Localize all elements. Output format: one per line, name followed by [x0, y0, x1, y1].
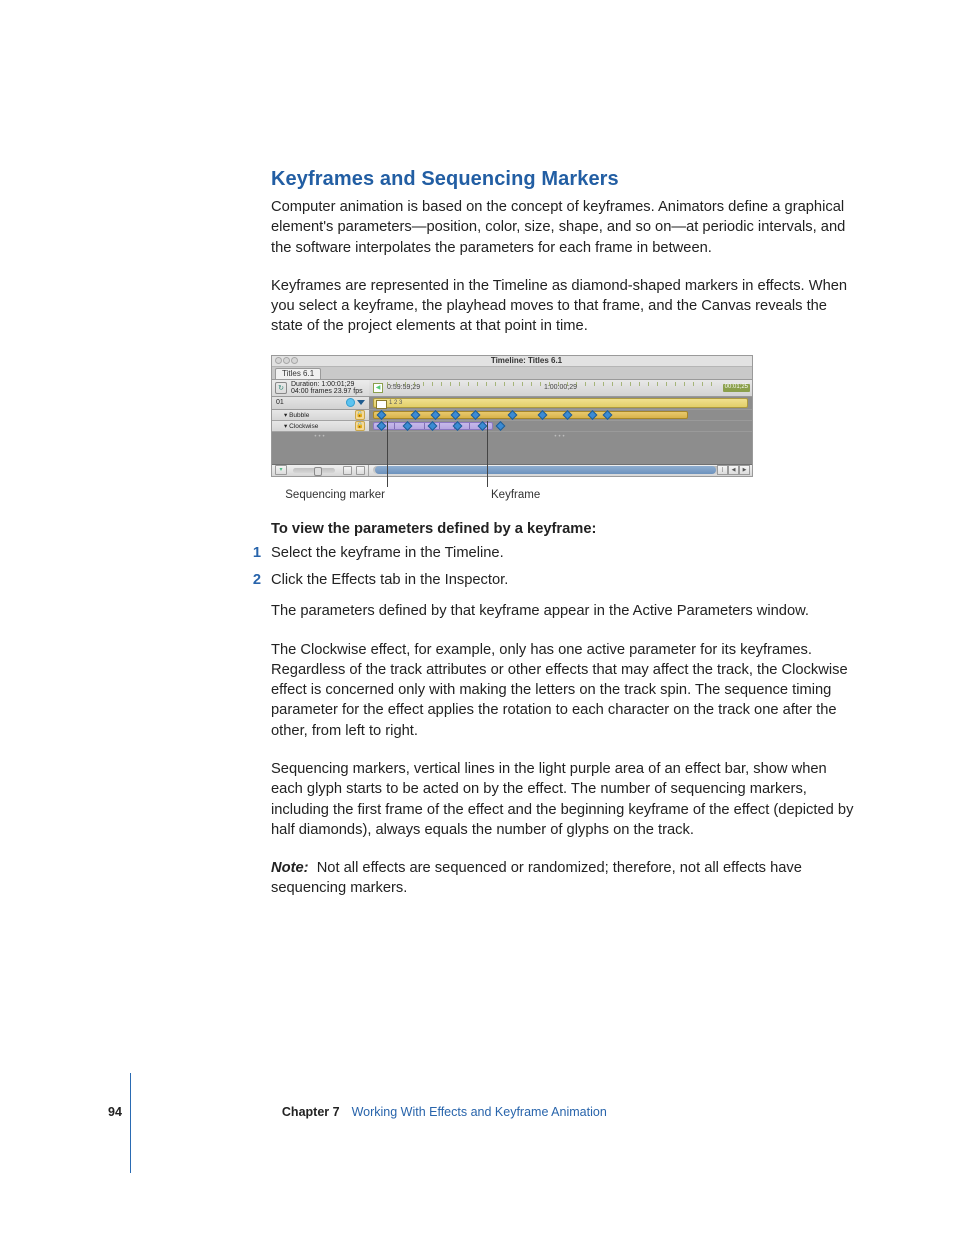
lock-icon[interactable]: 🔒: [355, 421, 365, 431]
track-01-row[interactable]: 1 2 3: [369, 397, 752, 410]
keyframe-icon[interactable]: [588, 410, 598, 420]
bubble-effect-row[interactable]: [369, 410, 752, 421]
step-text: Click the Effects tab in the Inspector.: [271, 570, 508, 591]
keyframe-icon[interactable]: [451, 410, 461, 420]
ruler-label-end: 00:01;25: [723, 384, 750, 392]
duration-label: Duration: 1:00:01;29: [291, 381, 363, 388]
horizontal-scrollbar[interactable]: [373, 466, 734, 474]
zoom-slider[interactable]: [293, 468, 335, 473]
chapter-title: Working With Effects and Keyframe Animat…: [352, 1105, 607, 1119]
track-name: 01: [276, 399, 284, 406]
lock-icon[interactable]: 🔒: [355, 410, 365, 420]
page-number: 94: [108, 1105, 122, 1119]
ruler-label-mid: 1:00:00;29: [544, 384, 577, 391]
left-spacer: •••: [272, 432, 369, 465]
fps-label: 04:00 frames 23.97 fps: [291, 388, 363, 395]
keyframe-icon[interactable]: [471, 410, 481, 420]
zoom-icon[interactable]: [291, 357, 298, 364]
window-titlebar: Timeline: Titles 6.1: [272, 356, 752, 367]
step-2: 2 Click the Effects tab in the Inspector…: [271, 570, 856, 591]
in-marker-icon[interactable]: ◀: [373, 383, 383, 393]
keyframe-icon[interactable]: [538, 410, 548, 420]
minimize-icon[interactable]: [283, 357, 290, 364]
callout-keyframe: Keyframe: [491, 489, 540, 501]
step-1: 1 Select the keyframe in the Timeline.: [271, 543, 856, 564]
window-title: Timeline: Titles 6.1: [301, 356, 752, 365]
bubble-effect-bar[interactable]: [373, 411, 688, 419]
keyframe-icon[interactable]: [603, 410, 613, 420]
subtrack-bubble[interactable]: ▾ Bubble 🔒: [272, 410, 369, 421]
note-body: Not all effects are sequenced or randomi…: [271, 860, 802, 896]
mini-button-2[interactable]: [356, 466, 365, 475]
clockwise-paragraph: The Clockwise effect, for example, only …: [271, 640, 856, 741]
note-paragraph: Note: Not all effects are sequenced or r…: [271, 858, 856, 899]
divider-icon[interactable]: |: [717, 465, 728, 475]
step-text: Select the keyframe in the Timeline.: [271, 543, 504, 564]
scroll-right-icon[interactable]: ▶: [739, 465, 750, 475]
time-ruler[interactable]: ◀ 0:59:59;29 1:00:00;29 00:01;25: [369, 380, 752, 397]
track-visibility-icon[interactable]: [346, 398, 355, 407]
callout-sequencing-marker: Sequencing marker: [283, 489, 385, 501]
keyframe-icon[interactable]: [496, 421, 506, 431]
intro-paragraph-2: Keyframes are represented in the Timelin…: [271, 276, 856, 337]
scroll-left-icon[interactable]: ◀: [728, 465, 739, 475]
timeline-scrollbar-area: | ◀ ▶: [369, 465, 752, 476]
keyframe-icon[interactable]: [563, 410, 573, 420]
step-number: 2: [247, 570, 261, 591]
sequencing-paragraph: Sequencing markers, vertical lines in th…: [271, 759, 856, 840]
margin-rule: [130, 1073, 131, 1173]
keyframe-icon[interactable]: [377, 410, 387, 420]
traffic-lights[interactable]: [272, 357, 301, 364]
step-number: 1: [247, 543, 261, 564]
close-icon[interactable]: [275, 357, 282, 364]
tab-titles-6-1[interactable]: Titles 6.1: [275, 368, 321, 379]
mini-button-1[interactable]: [343, 466, 352, 475]
track-header-01[interactable]: 01: [272, 397, 369, 410]
keyframe-icon[interactable]: [431, 410, 441, 420]
page-footer: 94 Chapter 7 Working With Effects and Ke…: [108, 1105, 607, 1119]
left-footer-controls: ▾: [272, 465, 369, 476]
clockwise-effect-row[interactable]: [369, 421, 752, 432]
intro-paragraph-1: Computer animation is based on the conce…: [271, 197, 856, 258]
section-heading: Keyframes and Sequencing Markers: [271, 168, 856, 191]
subtrack-clockwise-label: Clockwise: [289, 423, 318, 430]
note-label: Note:: [271, 860, 309, 876]
keyframe-icon[interactable]: [508, 410, 518, 420]
duration-info: ↻ Duration: 1:00:01;29 04:00 frames 23.9…: [272, 380, 369, 397]
right-spacer: •••: [369, 432, 752, 465]
clip-bar-01[interactable]: 1 2 3: [373, 398, 748, 408]
subtrack-bubble-label: Bubble: [289, 412, 309, 419]
after-steps-paragraph: The parameters defined by that keyframe …: [271, 601, 856, 621]
subtrack-clockwise[interactable]: ▾ Clockwise 🔒: [272, 421, 369, 432]
chapter-label: Chapter 7: [282, 1105, 340, 1119]
clip-label: 1 2 3: [389, 400, 402, 406]
timeline-figure: Timeline: Titles 6.1 Titles 6.1 ↻ Durati…: [271, 355, 856, 503]
disclosure-button[interactable]: ▾: [275, 465, 287, 475]
loop-icon[interactable]: ↻: [275, 382, 287, 394]
keyframe-icon[interactable]: [411, 410, 421, 420]
chevron-down-icon[interactable]: [357, 400, 365, 405]
tab-bar: Titles 6.1: [272, 367, 752, 380]
scroll-nav-buttons: | ◀ ▶: [717, 465, 750, 475]
procedure-heading: To view the parameters defined by a keyf…: [271, 521, 856, 537]
